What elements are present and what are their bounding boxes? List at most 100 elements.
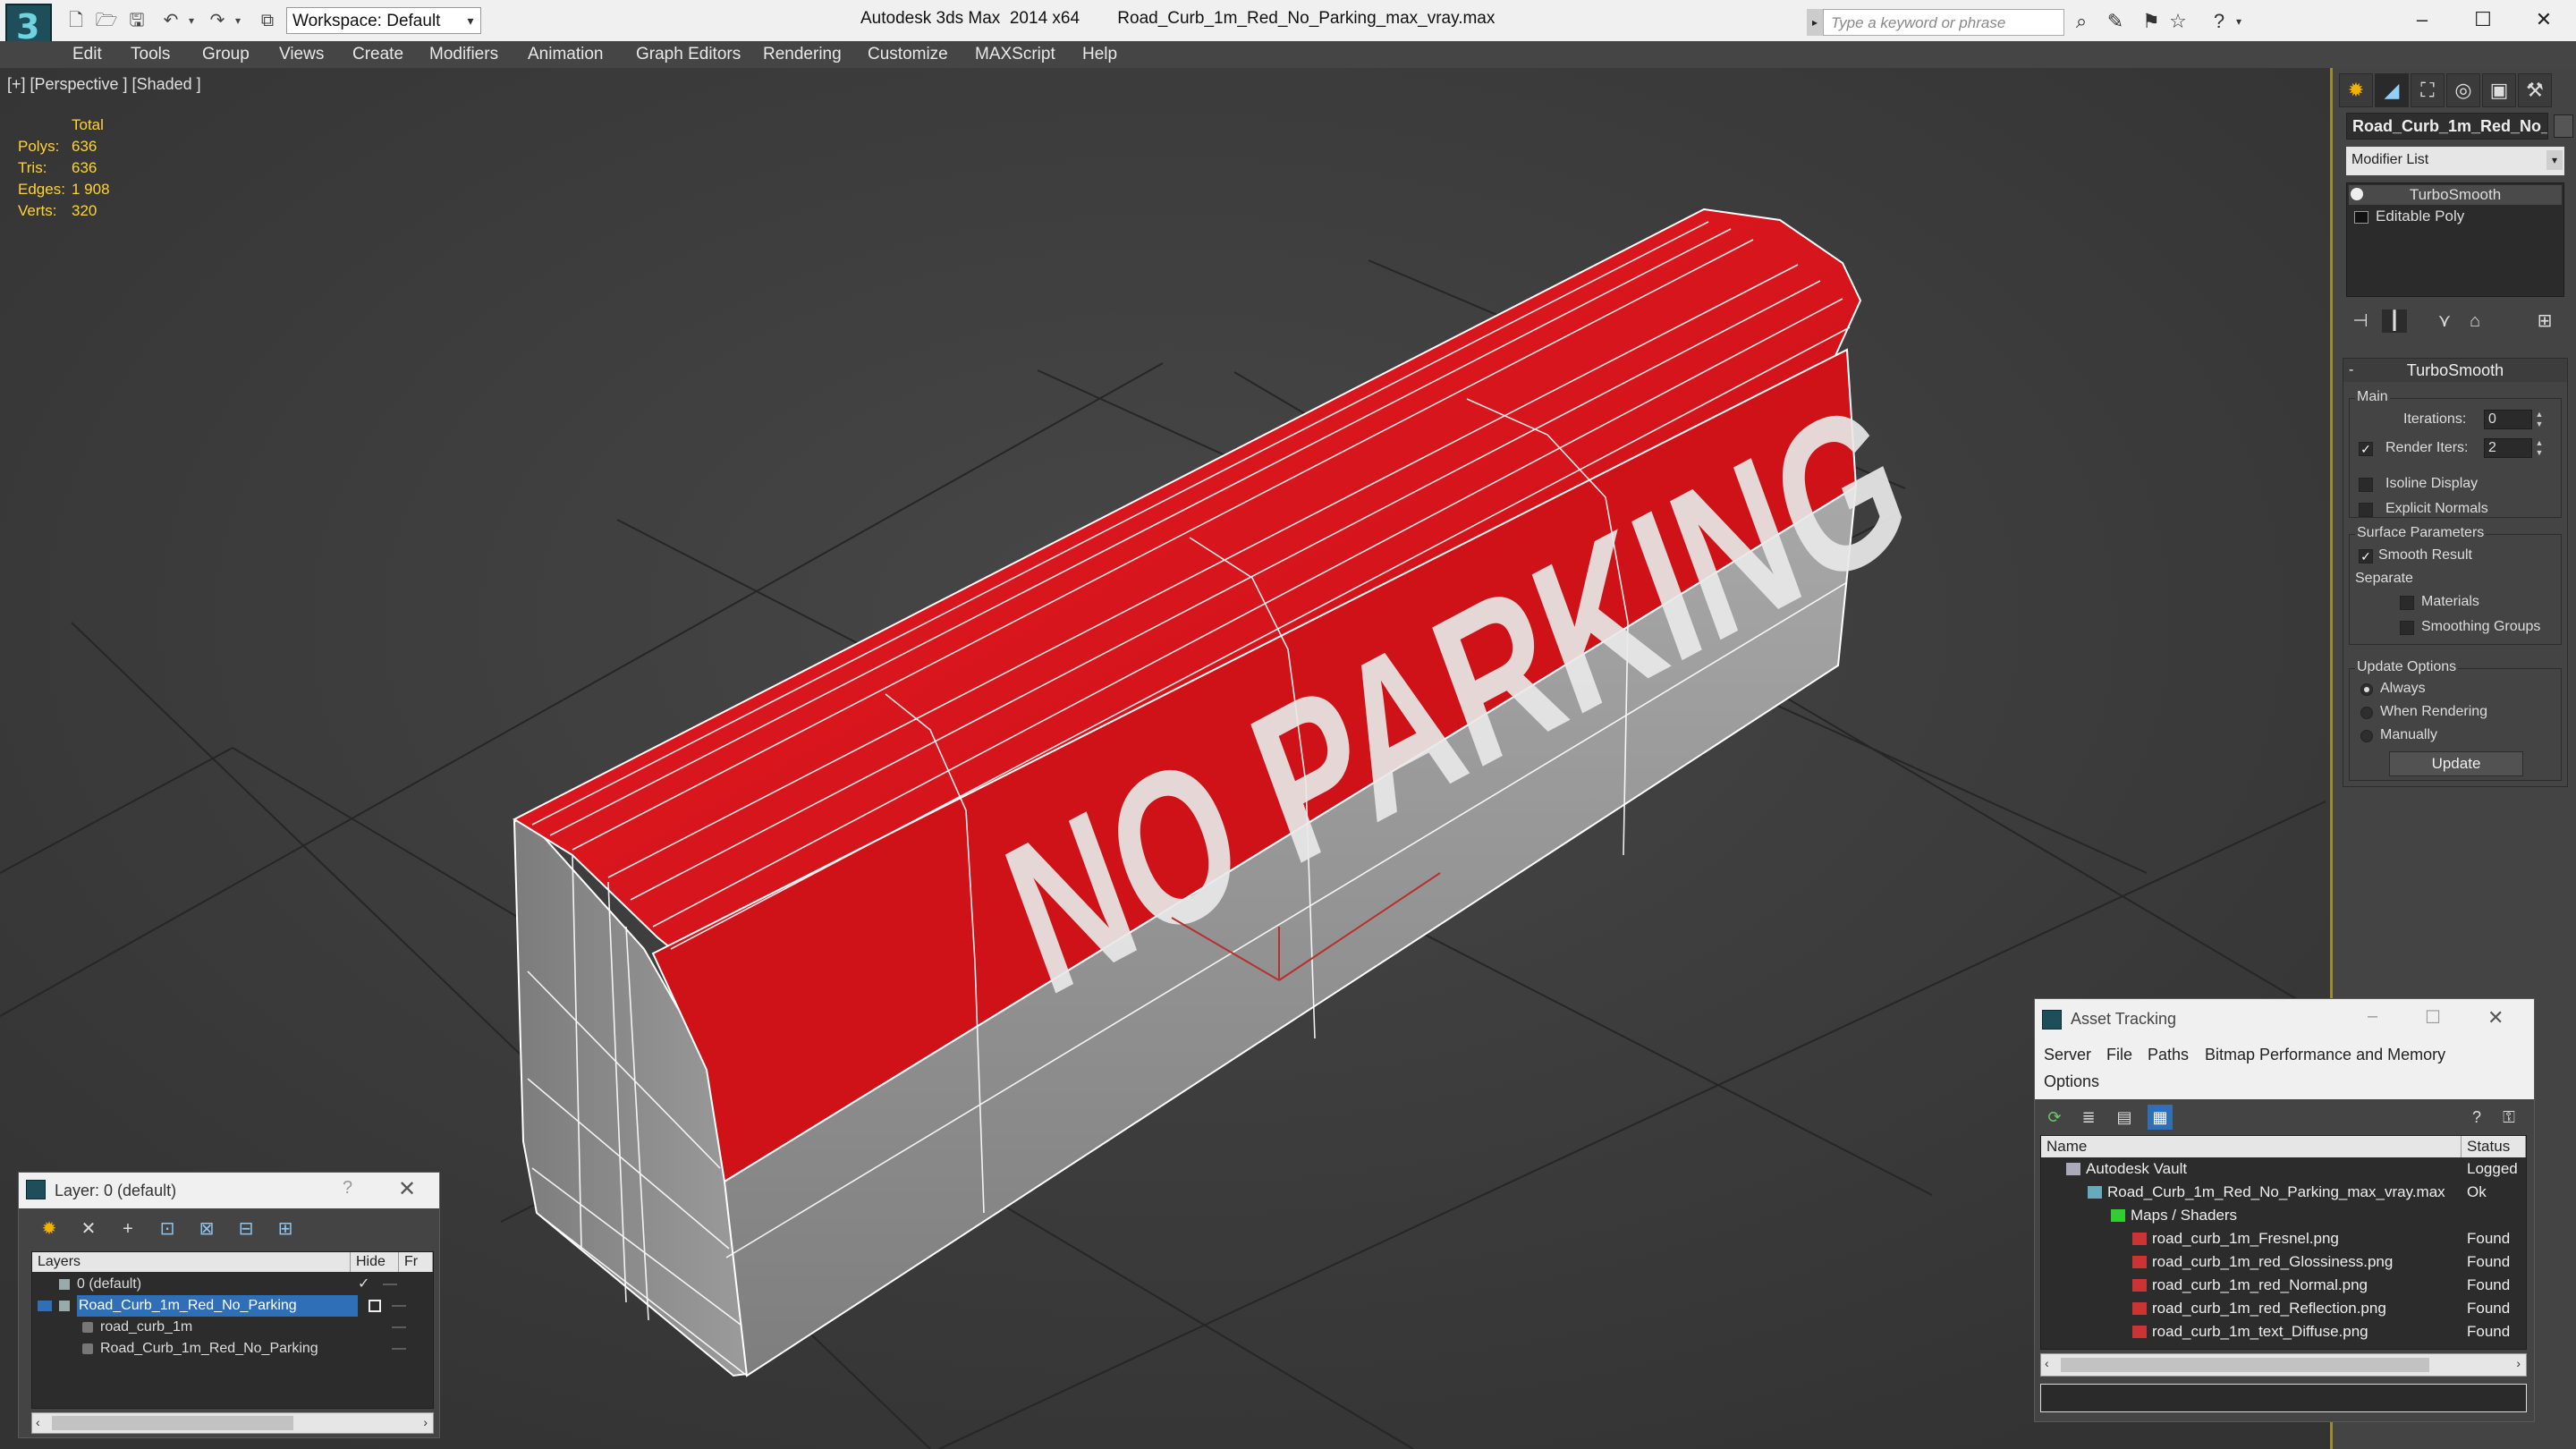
- close-button[interactable]: ✕: [2513, 0, 2574, 39]
- scrollbar-thumb[interactable]: [52, 1416, 293, 1430]
- undo-dropdown-icon[interactable]: ▾: [184, 11, 199, 30]
- spinner-arrows-icon[interactable]: ▲ ▼: [2534, 410, 2545, 429]
- workspace-dropdown-arrow-icon[interactable]: ▾: [462, 8, 479, 33]
- close-button[interactable]: ✕: [2487, 1006, 2504, 1030]
- asset-row[interactable]: road_curb_1m_Fresnel.png Found: [2041, 1227, 2526, 1250]
- list-view-icon[interactable]: ≣: [2076, 1105, 2101, 1130]
- menu-create[interactable]: Create: [352, 45, 403, 64]
- minimize-button[interactable]: –: [2392, 0, 2453, 39]
- scroll-left-icon[interactable]: ‹: [36, 1415, 40, 1429]
- menu-views[interactable]: Views: [279, 45, 324, 64]
- column-header-hide[interactable]: Hide: [351, 1252, 399, 1272]
- always-radio[interactable]: [2360, 683, 2373, 696]
- workspace-dropdown[interactable]: Workspace: Default: [286, 7, 481, 34]
- spinner-arrows-icon[interactable]: ▲ ▼: [2534, 438, 2545, 458]
- scrollbar-thumb[interactable]: [2061, 1358, 2429, 1372]
- stack-item-turbosmooth[interactable]: TurboSmooth: [2349, 185, 2562, 205]
- menu-file[interactable]: File: [2106, 1046, 2132, 1064]
- menu-server[interactable]: Server: [2044, 1046, 2091, 1064]
- freeze-toggle[interactable]: —: [392, 1317, 406, 1338]
- collapse-icon[interactable]: [38, 1301, 52, 1311]
- binoculars-icon[interactable]: ⌕: [2068, 9, 2095, 34]
- column-header-layers[interactable]: Layers: [32, 1252, 351, 1272]
- help-dropdown-icon[interactable]: ▾: [2231, 9, 2247, 34]
- menu-modifiers[interactable]: Modifiers: [429, 45, 498, 64]
- horizontal-scrollbar[interactable]: ‹ ›: [31, 1412, 434, 1434]
- iterations-spinner[interactable]: 0: [2484, 410, 2532, 429]
- minimize-button[interactable]: –: [2368, 1006, 2377, 1027]
- redo-dropdown-icon[interactable]: ▾: [231, 11, 245, 30]
- thumbnail-view-icon[interactable]: ▤: [2112, 1105, 2137, 1130]
- save-file-icon[interactable]: 🖫: [125, 11, 148, 30]
- render-iters-checkbox[interactable]: ✓: [2359, 442, 2373, 456]
- asset-path-field[interactable]: [2040, 1384, 2527, 1412]
- scroll-left-icon[interactable]: ‹: [2045, 1356, 2049, 1370]
- menu-tools[interactable]: Tools: [131, 45, 170, 64]
- configure-modifier-sets-icon[interactable]: ⊞: [2532, 309, 2557, 333]
- display-tab-icon[interactable]: ▣: [2482, 73, 2516, 107]
- menu-group[interactable]: Group: [202, 45, 250, 64]
- scroll-right-icon[interactable]: ›: [423, 1415, 428, 1429]
- hierarchy-tab-icon[interactable]: ⛶: [2411, 73, 2445, 107]
- delete-layer-icon[interactable]: ✕: [76, 1217, 101, 1241]
- layer-row[interactable]: 0 (default) ✓ —: [32, 1274, 433, 1295]
- menu-help[interactable]: Help: [1082, 45, 1117, 64]
- search-expand-icon[interactable]: ▸: [1807, 9, 1823, 36]
- expand-icon[interactable]: [2354, 210, 2368, 224]
- menu-options[interactable]: Options: [2044, 1072, 2099, 1091]
- rollout-header[interactable]: - TurboSmooth: [2343, 359, 2567, 382]
- layer-row[interactable]: road_curb_1m —: [32, 1317, 433, 1338]
- remove-modifier-icon[interactable]: ⌂: [2462, 309, 2487, 333]
- menu-graph-editors[interactable]: Graph Editors: [636, 45, 741, 64]
- asset-row[interactable]: road_curb_1m_red_Glossiness.png Found: [2041, 1250, 2526, 1274]
- redo-icon[interactable]: ↷: [206, 11, 229, 30]
- dropdown-arrow-icon[interactable]: ▾: [2546, 150, 2563, 170]
- menu-bitmap-performance[interactable]: Bitmap Performance and Memory: [2205, 1046, 2445, 1064]
- collapse-icon[interactable]: -: [2349, 359, 2353, 382]
- object-color-swatch[interactable]: [2554, 114, 2573, 138]
- scroll-right-icon[interactable]: ›: [2516, 1356, 2521, 1370]
- dialog-title-bar[interactable]: Asset Tracking – ☐ ✕: [2035, 999, 2534, 1040]
- when-rendering-radio[interactable]: [2360, 707, 2373, 719]
- column-header-status[interactable]: Status: [2462, 1136, 2526, 1157]
- layer-manager-icon[interactable]: ✹: [37, 1217, 62, 1241]
- explicit-normals-checkbox[interactable]: [2359, 503, 2373, 517]
- layer-row[interactable]: Road_Curb_1m_Red_No_Parking —: [32, 1338, 433, 1360]
- open-file-icon[interactable]: 🗁: [95, 11, 118, 30]
- manually-radio[interactable]: [2360, 730, 2373, 742]
- asset-row[interactable]: Maps / Shaders: [2041, 1204, 2526, 1227]
- render-iters-spinner[interactable]: 2: [2484, 438, 2532, 458]
- make-unique-icon[interactable]: ⋎: [2432, 309, 2457, 333]
- lightbulb-icon[interactable]: [2351, 188, 2363, 200]
- maximize-button[interactable]: ☐: [2425, 1006, 2441, 1029]
- add-to-layer-icon[interactable]: +: [115, 1217, 140, 1241]
- freeze-toggle[interactable]: —: [392, 1338, 406, 1360]
- freeze-all-icon[interactable]: ⊞: [273, 1217, 298, 1241]
- smooth-result-checkbox[interactable]: ✓: [2359, 549, 2373, 564]
- show-end-result-icon[interactable]: ┃: [2382, 309, 2407, 333]
- hide-all-icon[interactable]: ⊟: [233, 1217, 258, 1241]
- layer-row[interactable]: Road_Curb_1m_Red_No_Parking —: [32, 1295, 433, 1317]
- stack-item-editable-poly[interactable]: Editable Poly: [2349, 207, 2562, 226]
- new-file-icon[interactable]: 🗋: [64, 11, 88, 30]
- asset-row[interactable]: road_curb_1m_red_Reflection.png Found: [2041, 1297, 2526, 1320]
- refresh-icon[interactable]: ⟳: [2042, 1105, 2067, 1130]
- hide-checkbox[interactable]: [369, 1300, 381, 1312]
- help-button[interactable]: ?: [343, 1178, 352, 1199]
- menu-rendering[interactable]: Rendering: [763, 45, 842, 64]
- menu-edit[interactable]: Edit: [72, 45, 102, 64]
- create-tab-icon[interactable]: ✹: [2339, 73, 2373, 107]
- close-button[interactable]: ✕: [398, 1176, 416, 1202]
- viewport-label[interactable]: [+] [Perspective ] [Shaded ]: [7, 75, 201, 94]
- motion-tab-icon[interactable]: ◎: [2446, 73, 2480, 107]
- dialog-title-bar[interactable]: Layer: 0 (default) ? ✕: [19, 1173, 439, 1208]
- smoothing-groups-checkbox[interactable]: [2400, 621, 2414, 635]
- menu-maxscript[interactable]: MAXScript: [975, 45, 1055, 64]
- search-input[interactable]: Type a keyword or phrase: [1823, 9, 2064, 36]
- modify-tab-icon[interactable]: ◢: [2375, 73, 2409, 107]
- select-objects-icon[interactable]: ⊡: [155, 1217, 180, 1241]
- asset-row[interactable]: road_curb_1m_text_Diffuse.png Found: [2041, 1320, 2526, 1343]
- highlight-layer-icon[interactable]: ⊠: [194, 1217, 219, 1241]
- menu-paths[interactable]: Paths: [2148, 1046, 2189, 1064]
- isoline-display-checkbox[interactable]: [2359, 478, 2373, 492]
